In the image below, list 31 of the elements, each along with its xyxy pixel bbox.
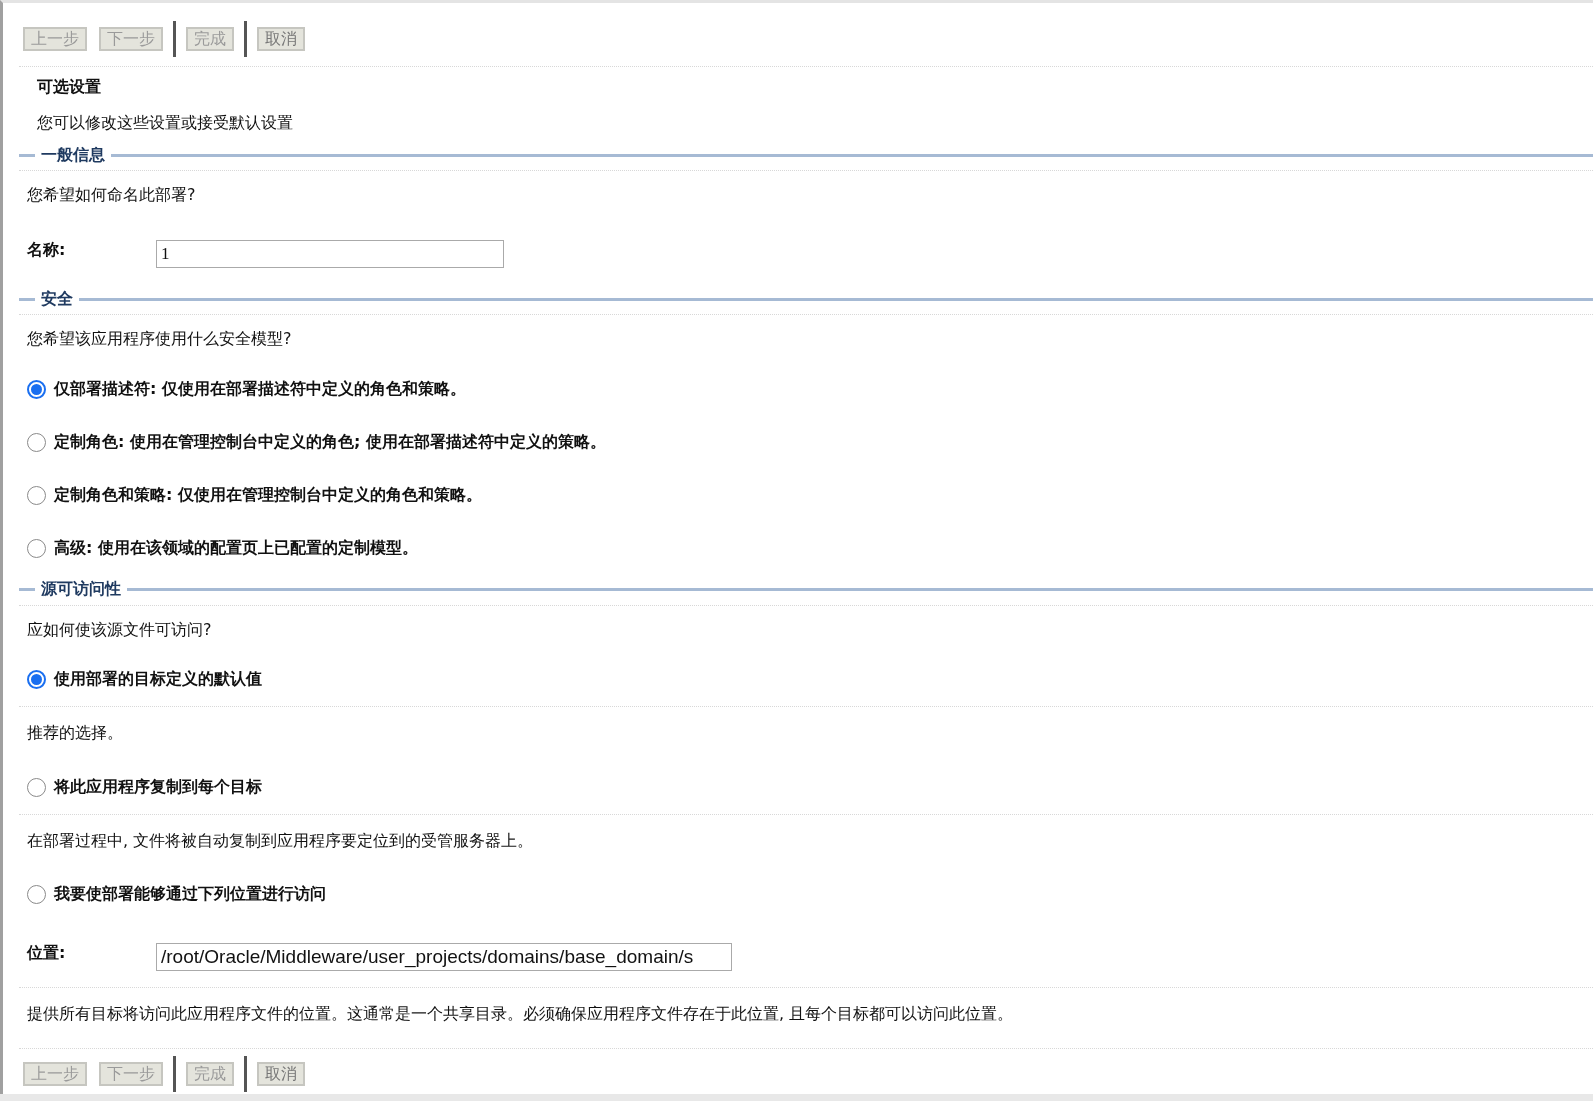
radio-button[interactable]	[27, 885, 46, 905]
help-text: 在部署过程中, 文件将被自动复制到应用程序要定位到的受管服务器上。	[26, 829, 535, 852]
radio-button[interactable]	[27, 538, 46, 558]
radio-label: 仅部署描述符: 仅使用在部署描述符中定义的角色和策略。	[54, 378, 466, 400]
radio-label: 将此应用程序复制到每个目标	[54, 776, 262, 798]
field-label: 位置:	[27, 943, 67, 965]
radio-label: 定制角色和策略: 仅使用在管理控制台中定义的角色和策略。	[54, 484, 482, 506]
question-text: 您希望该应用程序使用什么安全模型?	[26, 328, 293, 350]
section-title: 安全	[41, 288, 73, 310]
question-text: 您希望如何命名此部署?	[26, 184, 197, 207]
section-title: 源可访问性	[41, 579, 121, 601]
radio-label: 定制角色: 使用在管理控制台中定义的角色; 使用在部署描述符中定义的策略。	[54, 431, 606, 453]
intro-text: 您可以修改这些设置或接受默认设置	[36, 111, 294, 134]
page-title: 可选设置	[36, 76, 102, 99]
section-title: 一般信息	[41, 144, 105, 166]
radio-button[interactable]	[27, 777, 46, 797]
radio-button[interactable]	[27, 670, 46, 690]
question-text: 应如何使该源文件可访问?	[26, 618, 213, 641]
radio-label: 高级: 使用在该领域的配置页上已配置的定制模型。	[54, 537, 418, 559]
wizard-button[interactable]: 取消	[257, 26, 305, 51]
radio-button[interactable]	[27, 379, 46, 399]
radio-button[interactable]	[27, 485, 46, 505]
help-text: 推荐的选择。	[26, 722, 124, 745]
wizard-button[interactable]: 取消	[257, 1062, 305, 1087]
help-text: 提供所有目标将访问此应用程序文件的位置。这通常是一个共享目录。必须确保应用程序文件存在于此位置, 且每个目标都可以访问此位置。	[26, 1003, 1015, 1026]
input-field[interactable]: 1	[156, 240, 504, 269]
input-field[interactable]: /root/Oracle/Middleware/user_projects/domains/base_domain/s	[156, 943, 732, 972]
field-label: 名称:	[27, 240, 67, 262]
radio-label: 使用部署的目标定义的默认值	[54, 669, 262, 691]
radio-label: 我要使部署能够通过下列位置进行访问	[54, 884, 326, 906]
radio-button[interactable]	[27, 432, 46, 452]
